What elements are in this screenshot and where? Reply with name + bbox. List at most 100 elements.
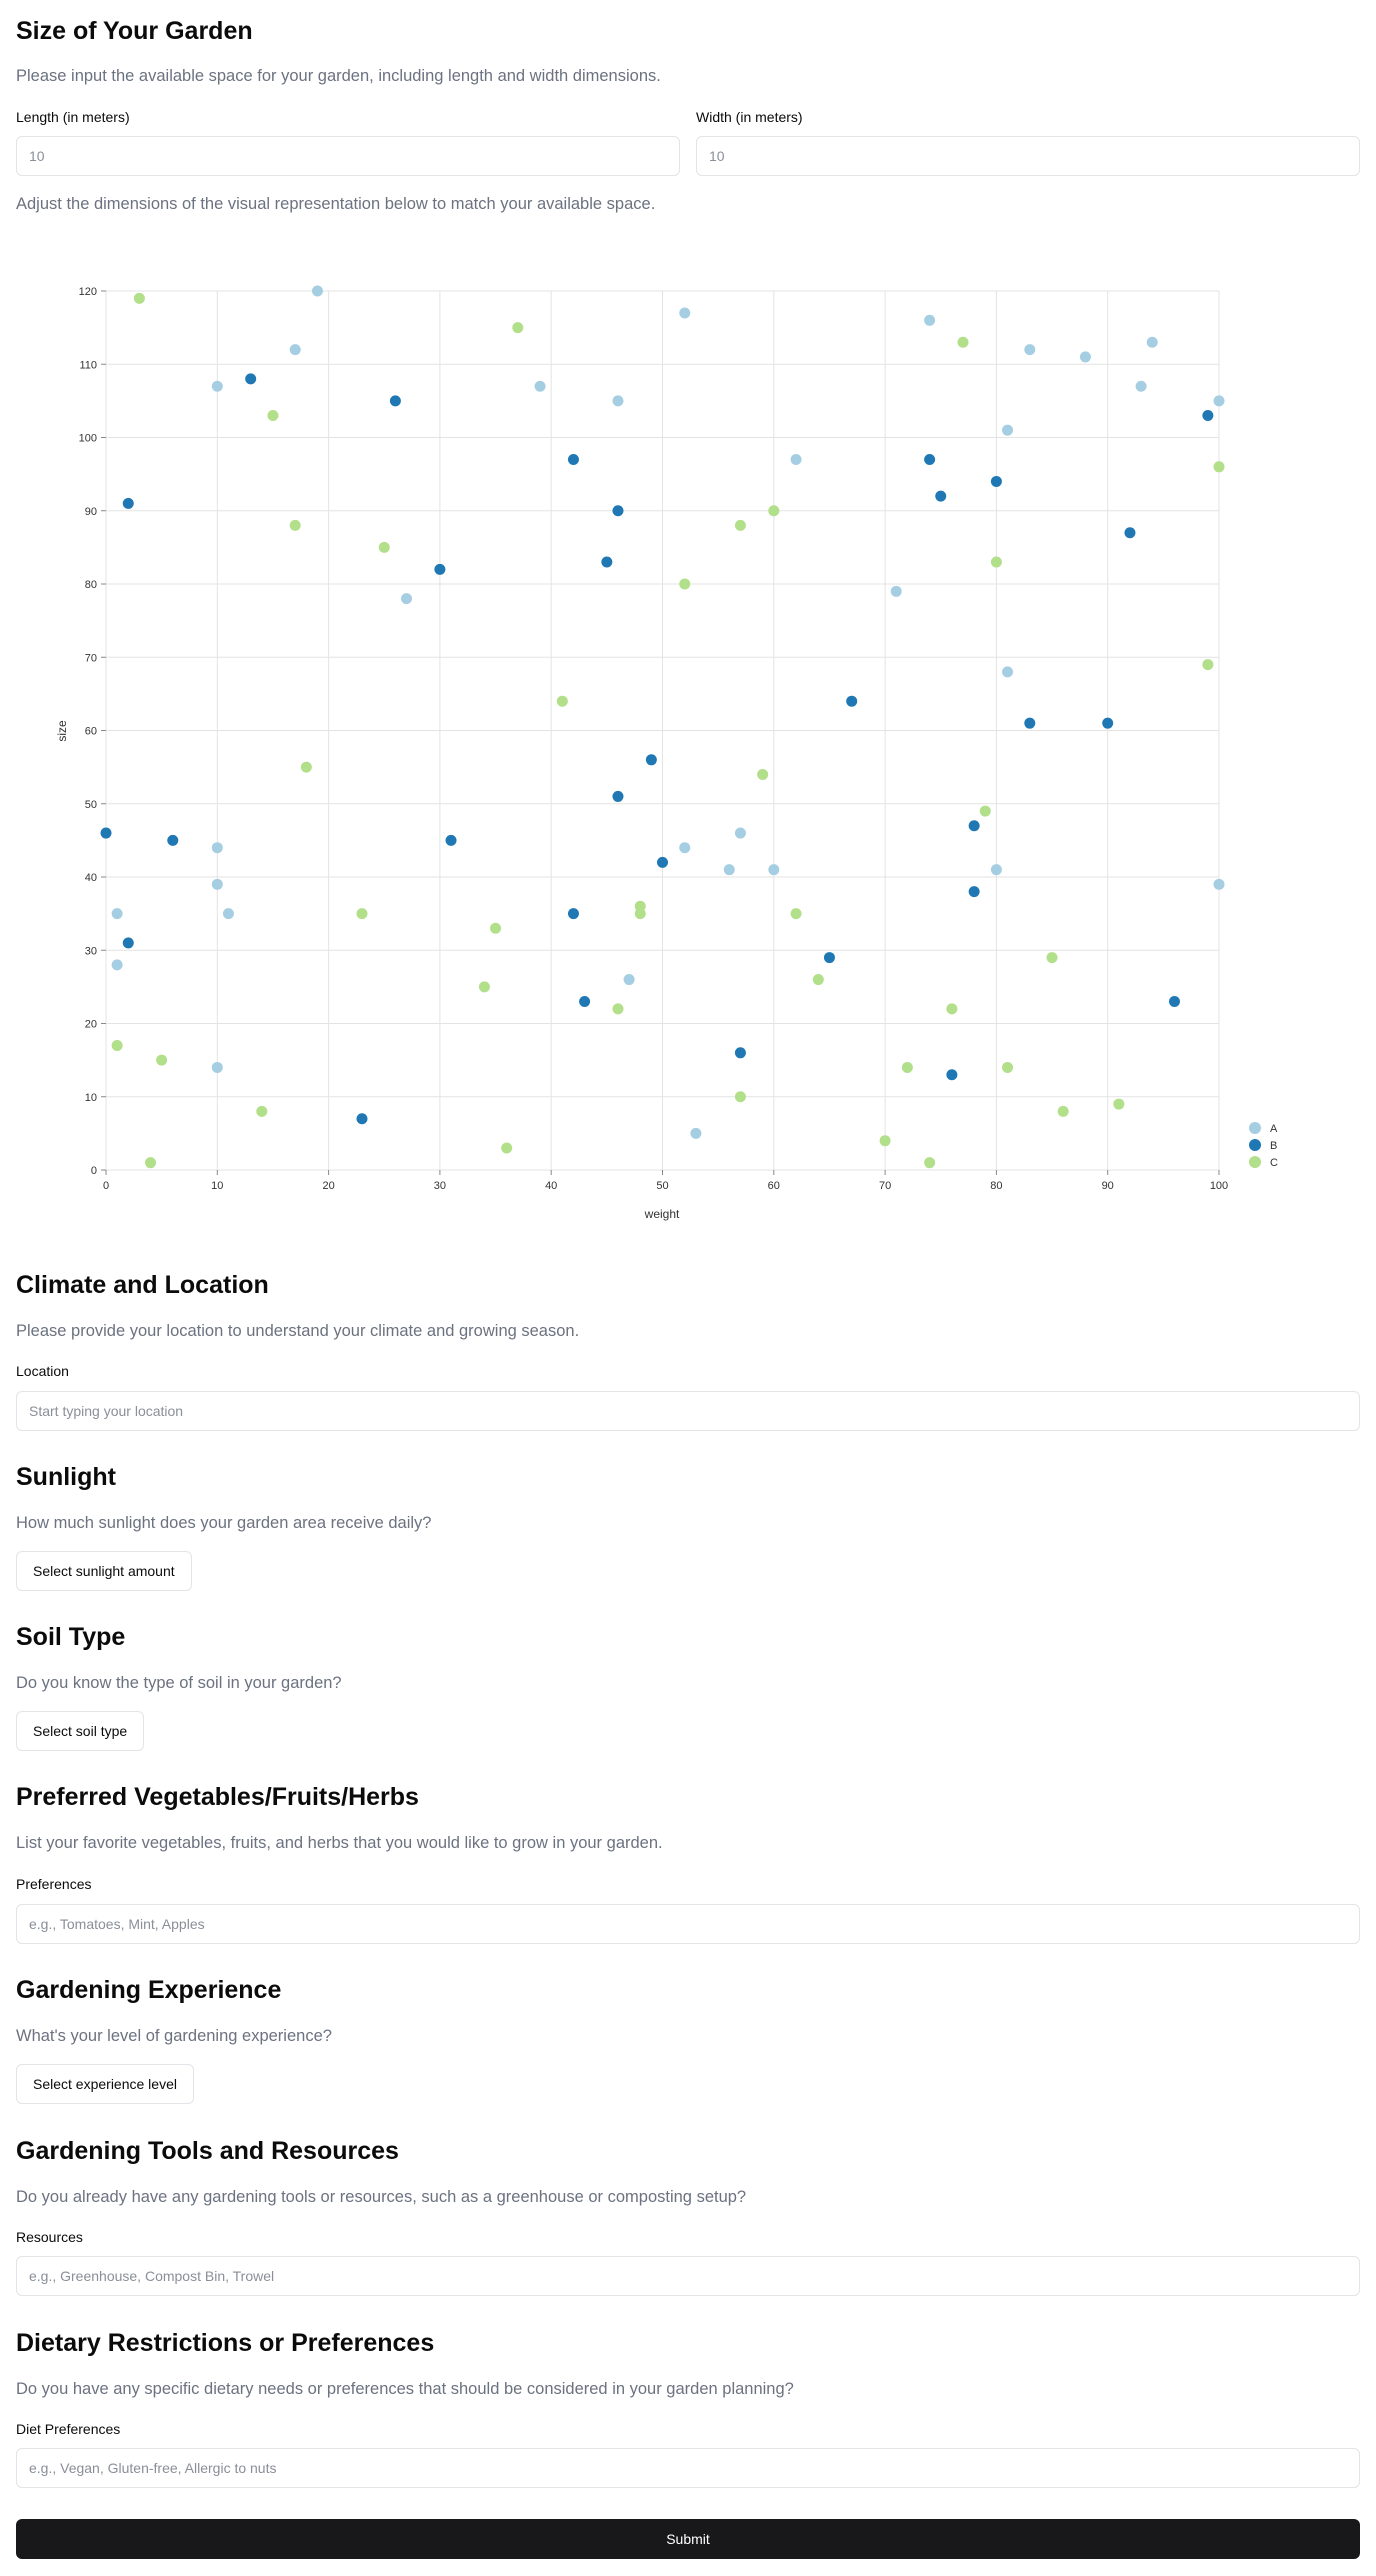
resources-label: Resources: [16, 2229, 83, 2245]
scatter-point-b: [1168, 996, 1180, 1008]
scatter-point-c: [512, 322, 524, 334]
x-tick-label: 50: [656, 1180, 668, 1192]
legend-swatch-c: [1249, 1156, 1261, 1168]
length-input[interactable]: [16, 136, 680, 176]
scatter-point-b: [612, 790, 624, 802]
scatter-point-c: [679, 578, 691, 590]
scatter-point-b: [935, 490, 947, 502]
scatter-point-a: [1213, 878, 1225, 890]
scatter-point-c: [145, 1157, 157, 1169]
y-tick-label: 40: [85, 872, 97, 884]
scatter-point-a: [623, 974, 635, 986]
scatter-point-c: [768, 505, 780, 517]
scatter-point-a: [924, 314, 936, 326]
scatter-point-b: [990, 475, 1002, 487]
scatter-point-c: [156, 1054, 168, 1066]
section-title-garden-size: Size of Your Garden: [16, 17, 253, 45]
x-tick-label: 90: [1102, 1180, 1114, 1192]
scatter-point-a: [723, 864, 735, 876]
scatter-point-c: [812, 974, 824, 986]
section-description-experience: What's your level of gardening experienc…: [16, 2027, 332, 2045]
scatter-point-c: [612, 1003, 624, 1015]
scatter-point-c: [924, 1157, 936, 1169]
scatter-point-c: [979, 805, 991, 817]
scatter-point-c: [133, 292, 145, 304]
legend-label-a: A: [1270, 1123, 1278, 1135]
scatter-point-c: [256, 1105, 268, 1117]
sunlight-select-button[interactable]: Select sunlight amount: [16, 1551, 192, 1591]
scatter-point-c: [111, 1039, 123, 1051]
scatter-point-a: [1079, 351, 1091, 363]
scatter-point-a: [990, 864, 1002, 876]
width-label: Width (in meters): [696, 109, 803, 125]
scatter-point-a: [1213, 395, 1225, 407]
diet-preferences-input[interactable]: [16, 2448, 1360, 2488]
scatter-point-c: [1046, 952, 1058, 964]
y-tick-label: 80: [85, 579, 97, 591]
scatter-point-b: [657, 856, 668, 868]
section-description-preferences: List your favorite vegetables, fruits, a…: [16, 1834, 663, 1852]
scatter-point-c: [1113, 1098, 1125, 1110]
scatter-point-b: [968, 886, 980, 898]
scatter-point-a: [211, 842, 223, 854]
scatter-point-b: [356, 1113, 368, 1125]
y-axis-label: size: [55, 720, 69, 742]
scatter-point-b: [100, 827, 112, 839]
section-description-tools: Do you already have any gardening tools …: [16, 2188, 747, 2206]
scatter-point-c: [879, 1135, 891, 1147]
scatter-point-c: [267, 410, 279, 422]
scatter-point-a: [768, 864, 780, 876]
scatter-point-c: [1057, 1105, 1069, 1117]
location-input[interactable]: [16, 1391, 1360, 1431]
section-description-climate: Please provide your location to understa…: [16, 1322, 580, 1340]
scatter-point-b: [968, 820, 980, 832]
scatter-point-b: [645, 754, 657, 766]
scatter-point-c: [1202, 659, 1214, 671]
y-axis-ticks: 0 10 20 30 40 50 60 70 80 90 100 110 120: [79, 286, 106, 1177]
scatter-point-a: [1135, 380, 1147, 392]
scatter-point-b: [122, 937, 134, 949]
x-tick-label: 20: [322, 1180, 334, 1192]
x-tick-label: 80: [990, 1180, 1002, 1192]
width-input[interactable]: [696, 136, 1360, 176]
section-title-climate: Climate and Location: [16, 1271, 269, 1299]
scatter-point-c: [634, 908, 646, 920]
scatter-point-c: [757, 768, 769, 780]
legend-label-b: B: [1270, 1140, 1277, 1152]
resources-input[interactable]: [16, 2256, 1360, 2296]
section-description-diet: Do you have any specific dietary needs o…: [16, 2380, 794, 2398]
section-description-soil: Do you know the type of soil in your gar…: [16, 1674, 342, 1692]
scatter-point-a: [211, 1061, 223, 1073]
scatter-point-a: [734, 827, 746, 839]
scatter-point-a: [612, 395, 624, 407]
scatter-point-a: [1002, 424, 1014, 436]
scatter-point-a: [111, 959, 123, 971]
scatter-point-a: [311, 285, 323, 297]
scatter-point-c: [1213, 461, 1225, 473]
legend-swatch-b: [1249, 1139, 1261, 1151]
experience-select-button[interactable]: Select experience level: [16, 2064, 194, 2104]
scatter-point-b: [1102, 717, 1114, 729]
length-label: Length (in meters): [16, 109, 130, 125]
scatter-point-a: [534, 380, 546, 392]
x-tick-label: 40: [545, 1180, 557, 1192]
chart-legend: ABC: [1249, 1122, 1278, 1169]
soil-select-button[interactable]: Select soil type: [16, 1711, 145, 1751]
scatter-point-c: [556, 695, 568, 707]
submit-button[interactable]: Submit: [16, 2519, 1360, 2559]
diet-preferences-label: Diet Preferences: [16, 2421, 121, 2437]
preferences-input[interactable]: [16, 1904, 1360, 1944]
y-tick-label: 0: [91, 1165, 97, 1177]
location-label: Location: [16, 1363, 69, 1379]
x-tick-label: 60: [768, 1180, 780, 1192]
x-tick-label: 30: [434, 1180, 446, 1192]
scatter-point-c: [790, 908, 802, 920]
scatter-point-b: [846, 695, 858, 707]
scatter-point-a: [790, 453, 802, 465]
y-tick-label: 120: [79, 286, 97, 298]
section-title-tools: Gardening Tools and Resources: [16, 2137, 399, 2165]
scatter-point-a: [890, 585, 902, 597]
y-tick-label: 110: [79, 359, 97, 371]
x-axis-ticks: 0 10 20 30 40 50 60 70 80 90 100: [103, 1170, 1228, 1192]
y-tick-label: 30: [85, 945, 97, 957]
